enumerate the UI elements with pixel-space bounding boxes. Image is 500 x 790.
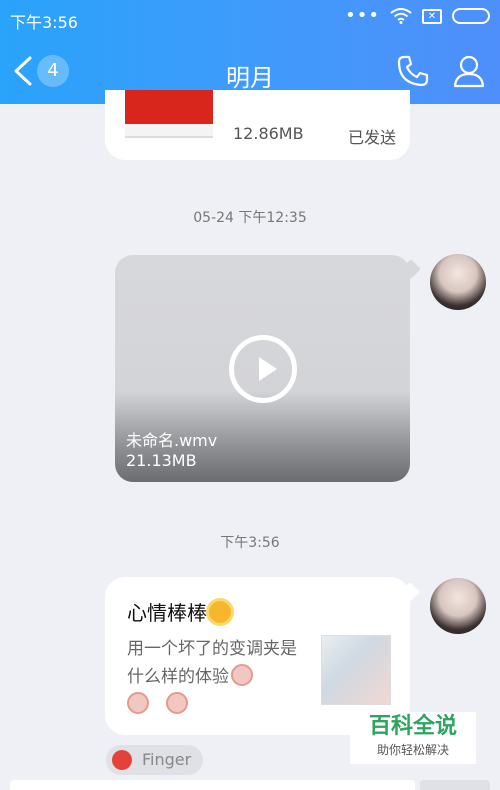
chat-header: 下午3:56 ••• ✕ 4 明月: [0, 0, 500, 104]
battery-icon: [452, 8, 490, 24]
message-title-text: 心情棒棒: [127, 601, 207, 625]
face-emoji-icon: [231, 664, 253, 686]
message-thumbnail: [321, 635, 391, 705]
sun-emoji-icon: [209, 601, 231, 623]
status-bar: 下午3:56 ••• ✕: [0, 0, 500, 36]
signal-dots-icon: •••: [345, 5, 380, 26]
file-message-bubble[interactable]: 12.86MB 已发送: [105, 90, 410, 160]
play-icon[interactable]: [229, 335, 297, 403]
avatar[interactable]: [430, 254, 486, 310]
status-icons: ••• ✕: [345, 5, 490, 26]
watermark-title: 百科全说: [368, 714, 457, 739]
video-filename: 未命名.wmv: [126, 431, 218, 450]
message-description: 用一个坏了的变调夹是什么样的体验: [127, 635, 297, 719]
face-emoji-icon: [165, 692, 188, 714]
avatar[interactable]: [430, 578, 486, 634]
watermark-subtitle: 助你轻松解决: [376, 743, 449, 757]
timestamp: 05-24 下午12:35: [193, 210, 307, 226]
file-thumbnail: [125, 90, 213, 138]
file-send-status: 已发送: [347, 128, 396, 147]
video-size: 21.13MB: [126, 451, 197, 470]
watermark: 百科全说 助你轻松解决: [350, 712, 476, 764]
face-emoji-icon: [127, 692, 149, 714]
finger-logo-icon: [112, 750, 132, 770]
message-description-text: 用一个坏了的变调夹是什么样的体验: [127, 639, 297, 687]
phone-icon[interactable]: [396, 54, 430, 88]
finger-label: Finger: [142, 750, 192, 769]
input-action-button[interactable]: [420, 780, 490, 790]
status-time: 下午3:56: [10, 13, 78, 32]
wifi-icon: [390, 8, 412, 24]
message-title: 心情棒棒: [127, 597, 231, 626]
finger-source-tag[interactable]: Finger: [106, 745, 204, 775]
video-message[interactable]: 未命名.wmv 21.13MB: [115, 255, 410, 482]
sim-x-icon: ✕: [422, 8, 442, 24]
message-input[interactable]: [10, 780, 415, 790]
timestamp: 下午3:56: [220, 535, 280, 551]
profile-icon[interactable]: [452, 54, 486, 88]
file-size: 12.86MB: [233, 124, 304, 143]
